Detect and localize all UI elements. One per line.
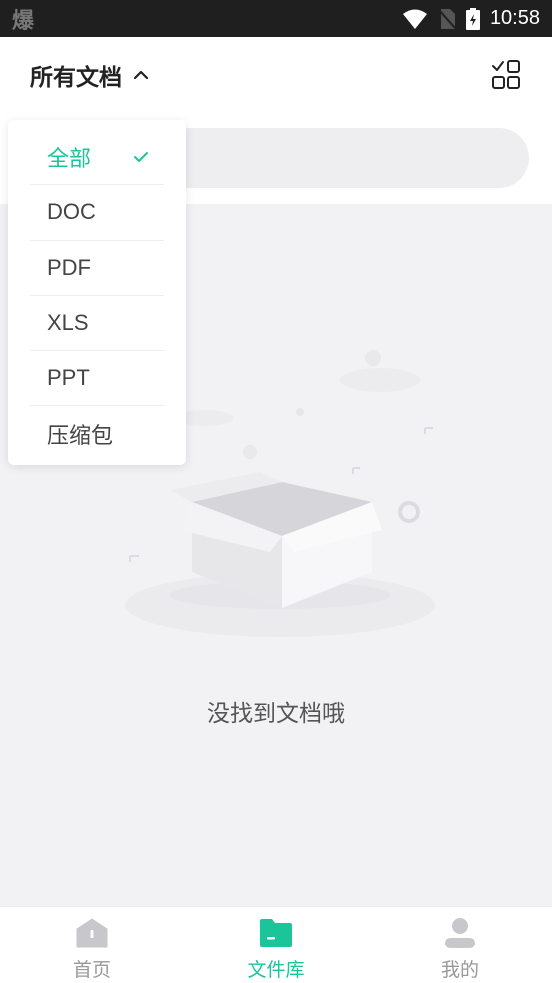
nav-home[interactable]: 首页	[0, 907, 184, 983]
notification-glyph: 爆	[12, 8, 35, 34]
nav-profile[interactable]: 我的	[368, 907, 552, 983]
empty-state-text: 没找到文档哦	[207, 701, 345, 727]
doc-filter-toggle[interactable]: 所有文档	[30, 58, 150, 92]
nav-label: 首页	[72, 959, 111, 981]
page-title: 所有文档	[30, 64, 122, 91]
dropdown-item-label: XLS	[47, 310, 89, 336]
status-time: 10:58	[489, 7, 540, 29]
dropdown-item-label: 全部	[47, 145, 92, 171]
dropdown-item-label: PPT	[47, 365, 90, 391]
dropdown-item-all[interactable]: 全部	[30, 129, 164, 184]
bottom-nav: 首页 文件库 我的	[0, 906, 552, 983]
dropdown-item-xls[interactable]: XLS	[30, 294, 164, 350]
wifi-icon	[402, 9, 427, 29]
check-icon	[134, 151, 148, 162]
status-icons: 10:58	[402, 7, 540, 30]
top-header: 所有文档	[0, 37, 552, 112]
status-bar: 爆 10:58	[0, 0, 552, 37]
dropdown-item-ppt[interactable]: PPT	[30, 350, 164, 405]
dropdown-item-label: 压缩包	[47, 422, 114, 448]
doc-type-dropdown: 全部 DOC PDF XLS PPT 压缩包	[8, 120, 186, 465]
chevron-up-icon	[133, 70, 149, 79]
dropdown-item-label: PDF	[47, 254, 91, 280]
dropdown-item-archive[interactable]: 压缩包	[30, 405, 164, 460]
no-sim-icon	[438, 8, 456, 29]
folder-icon	[260, 919, 292, 947]
nav-library[interactable]: 文件库	[184, 907, 368, 983]
dropdown-item-label: DOC	[47, 199, 96, 225]
dropdown-list: 全部 DOC PDF XLS PPT 压缩包	[8, 120, 186, 461]
dropdown-item-pdf[interactable]: PDF	[30, 239, 164, 295]
grid-list-icon[interactable]	[490, 59, 522, 91]
person-icon	[445, 918, 475, 948]
battery-icon	[465, 7, 480, 30]
home-icon	[76, 918, 108, 948]
dropdown-item-doc[interactable]: DOC	[30, 184, 164, 239]
nav-label: 文件库	[247, 959, 305, 981]
nav-label: 我的	[440, 959, 479, 981]
